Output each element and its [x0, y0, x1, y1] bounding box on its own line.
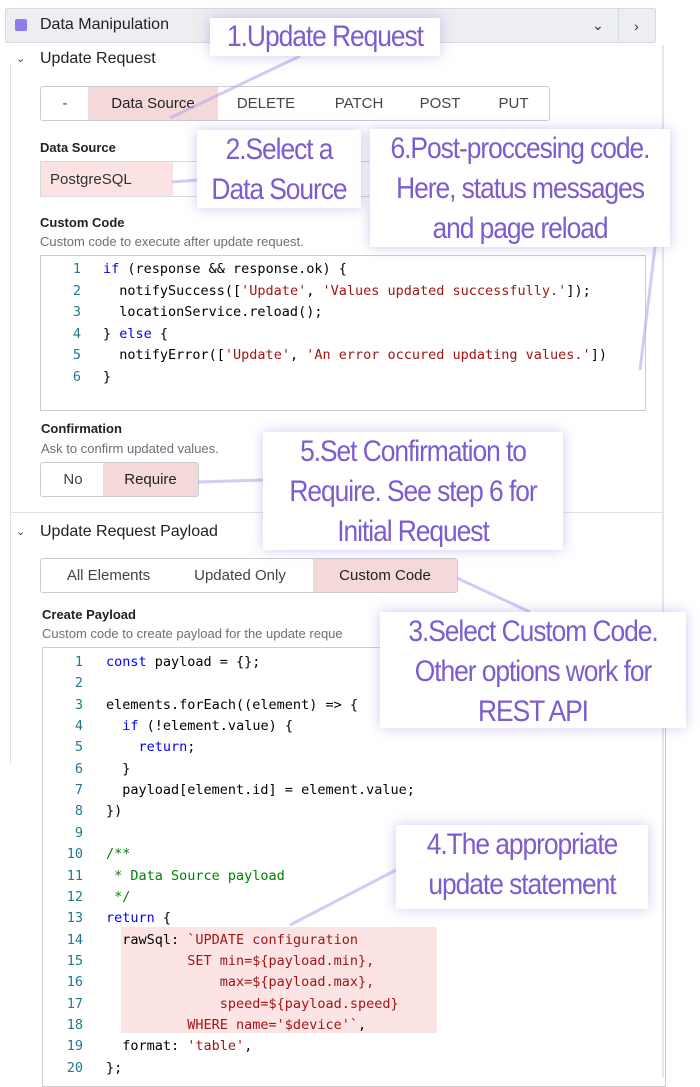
- annotation-text: update statement: [428, 868, 616, 901]
- annotation-text: 2.Select a: [225, 133, 334, 166]
- connector-5: [197, 478, 264, 484]
- annotation-5: 5.Set Confirmation to Require. See step 6…: [263, 432, 563, 550]
- connector-4: [289, 868, 397, 927]
- connector-6: [638, 246, 657, 371]
- annotation-text: Here, status messages: [396, 172, 645, 205]
- connector-1: [169, 54, 301, 120]
- annotation-text: Data Source: [211, 173, 347, 206]
- connector-3: [456, 576, 531, 614]
- annotation-4: 4.The appropriate update statement: [396, 825, 648, 909]
- annotation-text: REST API: [478, 695, 589, 728]
- annotation-6: 6.Post-proccesing code. Here, status mess…: [370, 129, 670, 247]
- annotation-text: 4.The appropriate: [426, 828, 619, 861]
- annotation-text: Initial Request: [337, 515, 490, 548]
- annotation-text: and page reload: [432, 212, 608, 245]
- annotation-3: 3.Select Custom Code. Other options work …: [380, 612, 686, 728]
- connector-2: [171, 178, 198, 184]
- annotation-text: Other options work for: [414, 655, 653, 688]
- annotation-text: 1.Update Request: [227, 20, 424, 53]
- annotation-text: 3.Select Custom Code.: [408, 615, 658, 648]
- annotation-1: 1.Update Request: [210, 18, 440, 56]
- annotation-text: Require. See step 6 for: [289, 475, 537, 508]
- annotation-2: 2.Select a Data Source: [197, 130, 361, 208]
- annotation-text: 6.Post-proccesing code.: [390, 132, 651, 165]
- annotation-text: 5.Set Confirmation to: [300, 435, 527, 468]
